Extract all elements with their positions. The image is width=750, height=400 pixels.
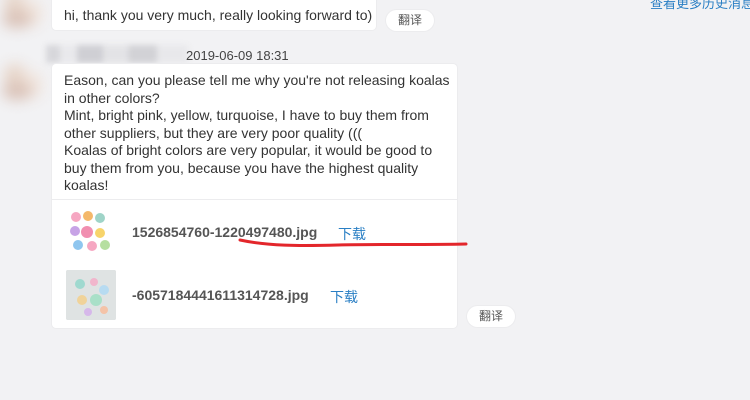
- sender-avatar[interactable]: [0, 0, 46, 32]
- previous-message-text: hi, thank you very much, really looking …: [64, 7, 373, 23]
- divider: [52, 199, 457, 200]
- message-timestamp: 2019-06-09 18:31: [186, 48, 289, 63]
- message-bubble: Eason, can you please tell me why you're…: [52, 64, 468, 328]
- sender-name: [46, 45, 188, 63]
- message-line: other suppliers, but they are very poor …: [64, 124, 363, 141]
- message-line: Koalas of bright colors are very popular…: [64, 142, 433, 158]
- sender-avatar[interactable]: [0, 58, 46, 104]
- attachment-row[interactable]: 1526854760-1220497480.jpg 下载: [66, 207, 446, 259]
- translate-button[interactable]: 翻译: [386, 10, 435, 31]
- message-line: in other colors?: [64, 89, 160, 106]
- previous-message-bubble: hi, thank you very much, really looking …: [52, 0, 376, 30]
- image-thumbnail[interactable]: [66, 207, 116, 257]
- attachment-filename: -6057184441611314728.jpg: [132, 287, 309, 303]
- view-more-history-link[interactable]: 查看更多历史消息: [650, 0, 750, 12]
- translate-button[interactable]: 翻译: [467, 306, 516, 327]
- message-line: buy them from you, because you have the …: [64, 159, 419, 176]
- chat-window: 查看更多历史消息 hi, thank you very much, really…: [0, 0, 750, 400]
- image-thumbnail[interactable]: [66, 270, 116, 320]
- message-line: Mint, bright pink, yellow, turquoise, I …: [64, 107, 429, 123]
- attachment-filename: 1526854760-1220497480.jpg: [132, 224, 318, 240]
- download-link[interactable]: 下载: [330, 287, 358, 307]
- message-text: Eason, can you please tell me why you're…: [64, 72, 450, 195]
- message-line: koalas!: [64, 177, 109, 193]
- attachment-row[interactable]: -6057184441611314728.jpg 下载: [66, 270, 446, 322]
- message-line: Eason, can you please tell me why you're…: [64, 72, 450, 88]
- download-link[interactable]: 下载: [338, 224, 366, 244]
